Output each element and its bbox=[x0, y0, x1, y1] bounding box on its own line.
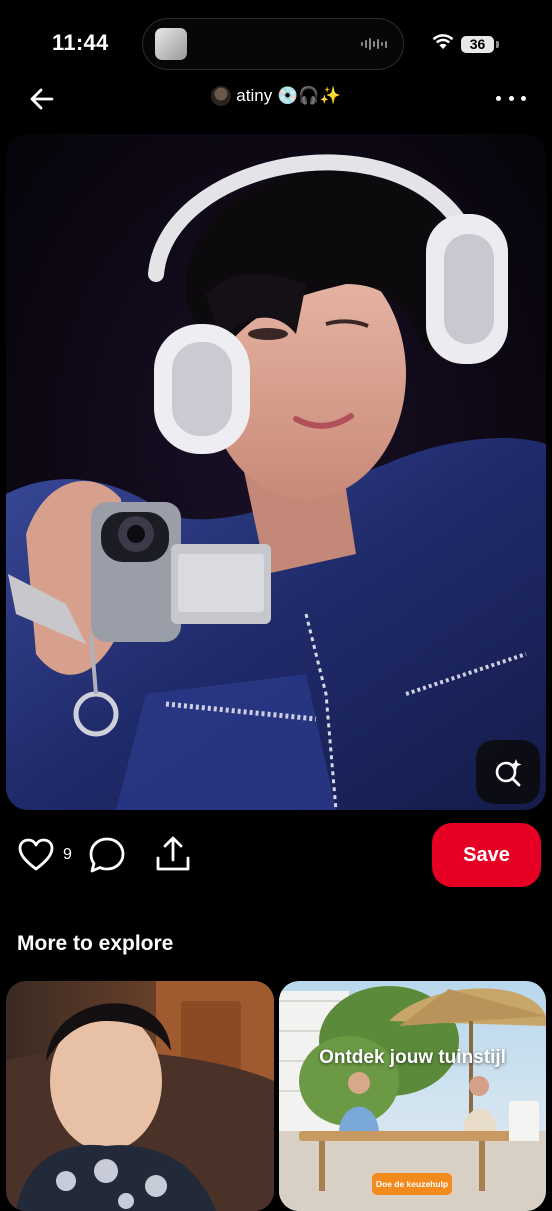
more-dot bbox=[521, 95, 526, 101]
battery-tip bbox=[496, 41, 499, 48]
visual-search-sparkle-icon bbox=[495, 759, 522, 787]
board-title[interactable]: atiny 💿🎧✨ bbox=[0, 86, 552, 106]
ad-cta-button[interactable]: Doe de keuzehulp bbox=[372, 1173, 452, 1195]
board-avatar bbox=[211, 86, 232, 106]
battery-indicator: 36 bbox=[461, 36, 494, 53]
like-count: 9 bbox=[63, 846, 72, 863]
visual-search-button[interactable] bbox=[476, 740, 540, 804]
pin-image[interactable] bbox=[6, 134, 546, 810]
explore-pin-card[interactable] bbox=[6, 981, 274, 1211]
status-time: 11:44 bbox=[52, 30, 109, 55]
heart-icon[interactable] bbox=[18, 838, 54, 872]
comment-icon[interactable] bbox=[88, 836, 126, 874]
explore-ad-card[interactable]: Ontdek jouw tuinstijl Doe de keuzehulp bbox=[279, 981, 546, 1211]
more-dot bbox=[496, 95, 501, 101]
board-emoji: 💿🎧✨ bbox=[277, 86, 341, 105]
board-name: atiny bbox=[236, 86, 273, 105]
explore-pin-image bbox=[6, 981, 274, 1211]
now-playing-thumbnail bbox=[155, 28, 187, 60]
save-button[interactable]: Save bbox=[432, 823, 541, 887]
ad-headline: Ontdek jouw tuinstijl bbox=[319, 1047, 506, 1068]
pin-photo bbox=[6, 134, 546, 810]
more-to-explore-heading: More to explore bbox=[17, 932, 174, 955]
dynamic-island[interactable] bbox=[142, 18, 404, 70]
audio-waveform-icon bbox=[361, 37, 387, 51]
wifi-icon bbox=[432, 34, 454, 49]
share-icon[interactable] bbox=[154, 834, 192, 874]
more-dot bbox=[508, 95, 514, 101]
more-options-button[interactable] bbox=[496, 90, 526, 106]
